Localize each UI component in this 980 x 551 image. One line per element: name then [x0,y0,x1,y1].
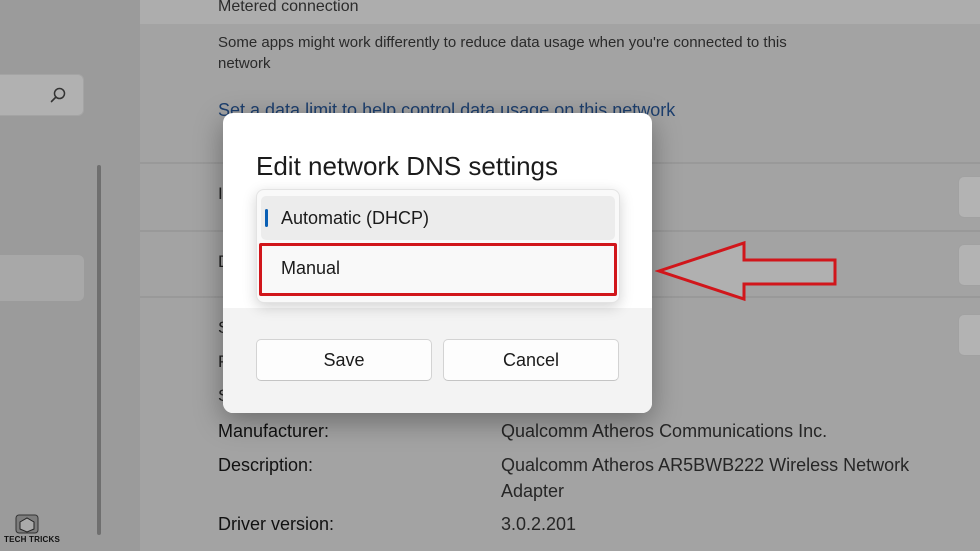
cancel-button[interactable]: Cancel [443,339,619,381]
dialog-title: Edit network DNS settings [256,151,559,181]
description-value: Qualcomm Atheros AR5BWB222 Wireless Netw… [501,455,910,501]
watermark-text: TECH TRICKS [4,535,60,544]
tech-tricks-logo [15,514,39,534]
selected-indicator [265,209,268,227]
metered-connection-title: Metered connection [218,0,359,15]
manufacturer-value: Qualcomm Atheros Communications Inc. [501,421,828,441]
settings-search-box[interactable] [0,74,84,116]
option-label: Automatic (DHCP) [281,208,430,228]
driver-version-label: Driver version: [218,514,335,534]
sidebar-item-selected[interactable] [0,255,84,301]
edit-button[interactable] [958,176,980,218]
copy-button[interactable] [958,314,980,356]
annotation-arrow-icon [655,240,837,302]
driver-version-value: 3.0.2.201 [501,514,577,534]
manufacturer-label: Manufacturer: [218,421,330,441]
edit-dns-dialog: Edit network DNS settings Automatic (DHC… [223,113,652,413]
dropdown-option-automatic[interactable]: Automatic (DHCP) [261,196,615,240]
search-icon [50,87,66,103]
edit-button[interactable] [958,244,980,286]
sidebar-scrollbar[interactable] [97,165,101,535]
metered-connection-description: Some apps might work differently to redu… [218,34,787,72]
manual-highlight-box [259,243,617,296]
save-button[interactable]: Save [256,339,432,381]
description-label: Description: [218,455,314,475]
